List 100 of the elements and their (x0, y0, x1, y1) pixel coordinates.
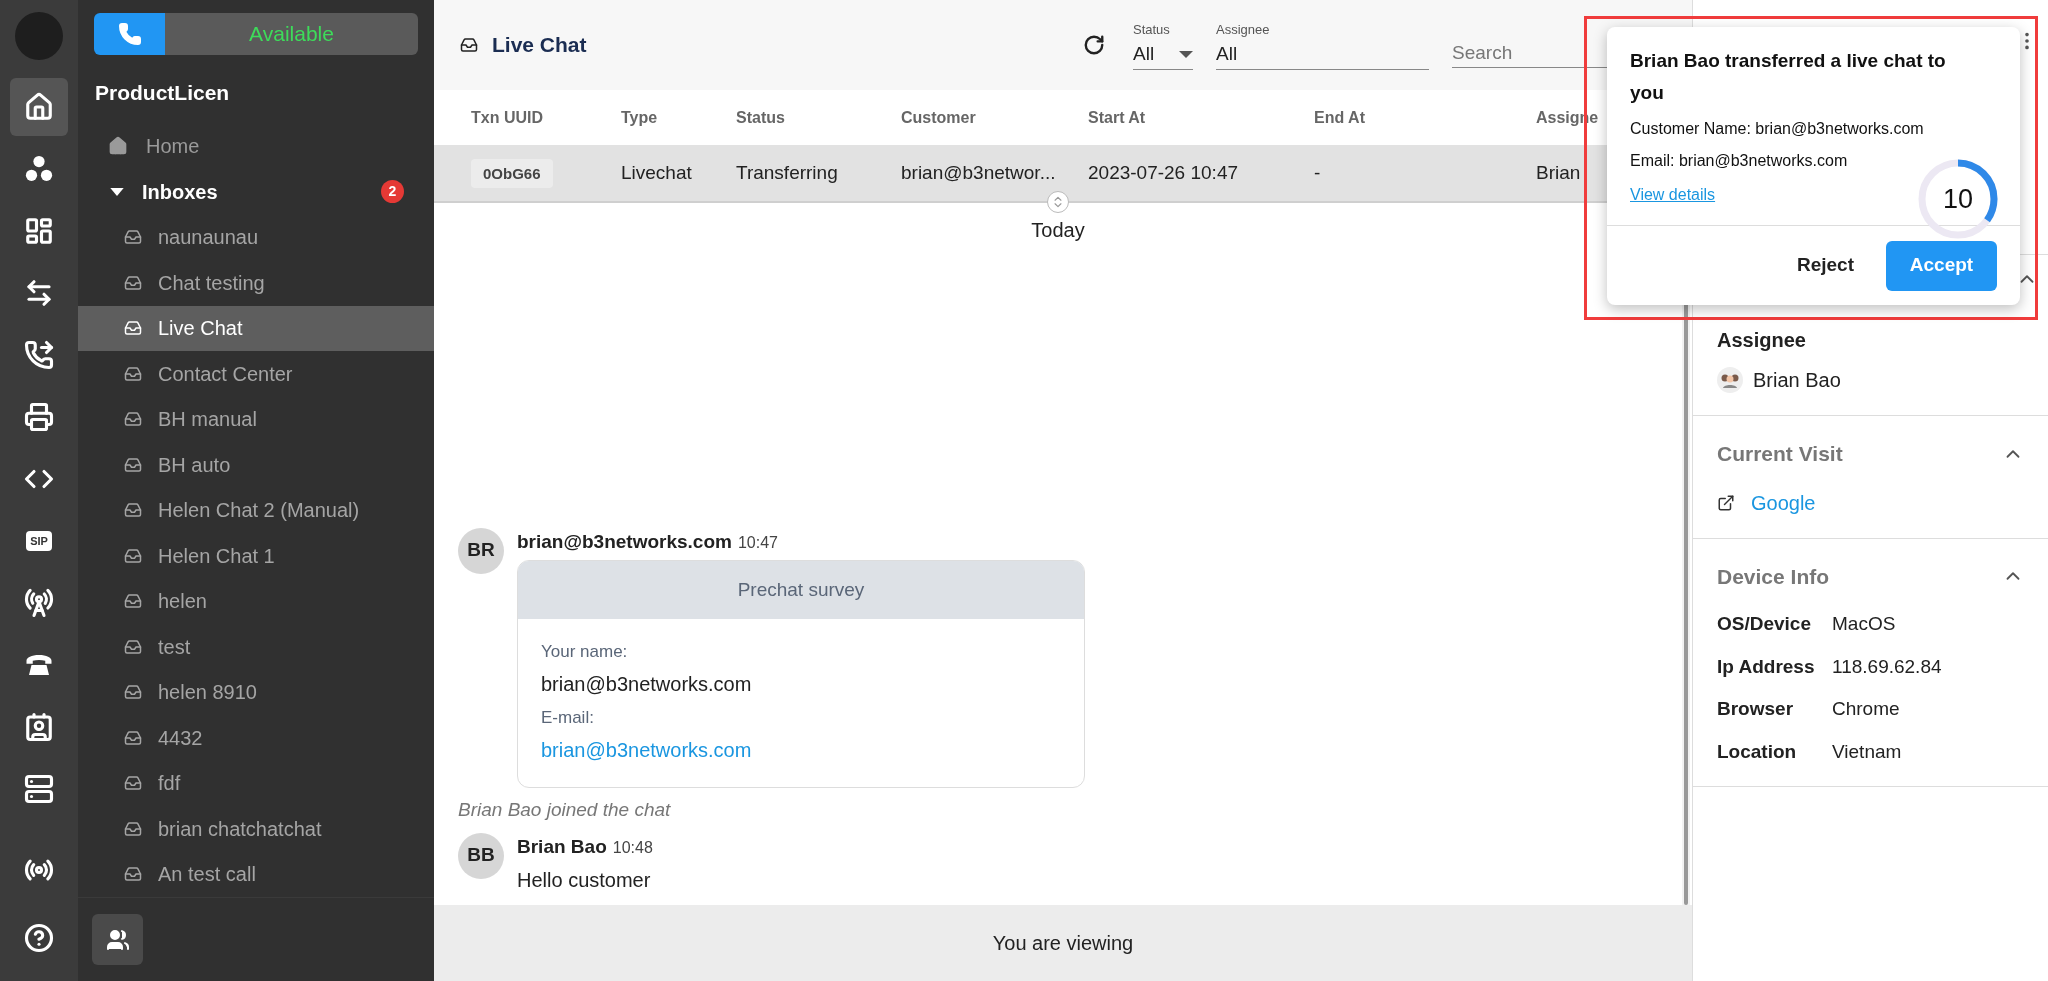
inbox-item[interactable]: helen 8910 (78, 669, 434, 715)
inbox-item[interactable]: Chat testing (78, 260, 434, 306)
phone-button[interactable] (94, 13, 165, 55)
inbox-item[interactable]: 4432 (78, 715, 434, 761)
sidebar-item-label: Home (146, 133, 200, 159)
column-header: Start At (1088, 107, 1147, 128)
inbox-item[interactable]: Helen Chat 1 (78, 533, 434, 579)
reject-button[interactable]: Reject (1792, 240, 1858, 291)
transaction-id-chip: 0ObG66 (471, 158, 553, 188)
inbox-label: Helen Chat 2 (Manual) (158, 498, 360, 524)
transfer-arrows-icon (24, 278, 54, 308)
message-time: 10:47 (737, 532, 778, 553)
survey-field-label: E-mail: (541, 707, 595, 729)
inbox-icon (124, 455, 142, 474)
caret-icon (110, 187, 124, 196)
home-icon (108, 135, 128, 156)
countdown-value: 10 (1942, 182, 1973, 216)
workspace-title: ProductLicen (95, 80, 231, 106)
dropdown-caret-icon (1179, 50, 1193, 58)
viewing-status-text: You are viewing (992, 931, 1134, 956)
contact-card-icon (24, 712, 54, 742)
inbox-icon (124, 319, 142, 338)
inbox-label: 4432 (158, 725, 203, 751)
inbox-icon (124, 683, 142, 702)
inbox-item[interactable]: test (78, 624, 434, 670)
inbox-icon (124, 728, 142, 747)
page-title: Live Chat (492, 32, 587, 59)
inbox-item[interactable]: BH manual (78, 396, 434, 442)
phone-icon (24, 340, 54, 370)
phone-icon (117, 22, 142, 46)
inbox-label: naunaunau (158, 225, 259, 251)
inbox-item[interactable]: helen (78, 578, 434, 624)
sender-name: Brian Bao (517, 834, 607, 859)
inbox-item[interactable]: An test call (78, 851, 434, 897)
inbox-item[interactable]: fdf (78, 760, 434, 806)
info-label: OS/Device (1717, 612, 1812, 636)
inbox-icon (124, 364, 142, 383)
view-details-link[interactable]: View details (1630, 183, 1716, 207)
inbox-label: Helen Chat 1 (158, 543, 275, 569)
team-button[interactable] (92, 914, 143, 965)
inbox-item[interactable]: Contact Center (78, 351, 434, 397)
table-row[interactable]: 0ObG66 Livechat Transferring brian@b3networ... 2023-07-26 10:47 - Brian (434, 145, 1607, 203)
column-header: End At (1314, 107, 1366, 128)
inbox-label: helen 8910 (158, 680, 257, 706)
rail-button[interactable]: SIP (10, 512, 68, 570)
survey-title: Prechat survey (518, 561, 1084, 619)
external-link-icon (1717, 493, 1735, 512)
inbox-icon (124, 273, 142, 292)
inbox-label: BH auto (158, 452, 231, 478)
inbox-icon (124, 774, 142, 793)
column-header: Type (621, 107, 659, 128)
home-icon (24, 92, 54, 122)
inbox-label: Contact Center (158, 361, 293, 387)
email-link[interactable]: brian@b3networks.com (541, 735, 1061, 771)
inbox-item[interactable]: naunaunau (78, 214, 434, 260)
inbox-icon (124, 228, 142, 247)
agent-status-button[interactable]: Available (165, 13, 418, 55)
inbox-icon (124, 592, 142, 611)
inbox-icon (460, 36, 478, 54)
inbox-item[interactable]: Helen Chat 2 (Manual) (78, 487, 434, 533)
info-value: Vietnam (1832, 739, 1902, 764)
sidebar-item[interactable]: Home (78, 122, 434, 169)
inbox-item[interactable]: brian chatchatchat (78, 806, 434, 852)
inboxes-label: Inboxes (142, 179, 219, 205)
info-label: Browser (1717, 697, 1795, 721)
inbox-icon (124, 819, 142, 838)
survey-field-label: Your name: (541, 641, 629, 663)
section-title: Device Info (1717, 563, 1830, 590)
date-divider-label: Today (1031, 218, 1085, 243)
team-icon (105, 927, 130, 952)
table-cell: Transferring (736, 161, 838, 183)
inbox-item[interactable]: Live Chat (78, 305, 434, 351)
resize-handle[interactable] (1047, 191, 1069, 213)
visit-link[interactable]: Google (1751, 487, 1816, 518)
notification-detail: Customer Name: brian@b3networks.com (1630, 119, 1925, 139)
survey-field-value: brian@b3networks.com (541, 672, 753, 697)
avatar-photo-placeholder (15, 12, 63, 60)
table-cell: Brian (1536, 161, 1581, 183)
info-value: Chrome (1832, 697, 1900, 721)
avatar-initials: BB (458, 832, 504, 879)
message-time: 10:48 (612, 837, 653, 858)
inbox-label: BH manual (158, 407, 257, 433)
accept-button[interactable]: Accept (1886, 240, 1997, 291)
dashboard-icon (24, 216, 54, 246)
rail-button[interactable] (10, 78, 68, 136)
sender-name: brian@b3networks.com (517, 529, 732, 554)
unread-count-badge: 2 (381, 180, 404, 203)
inbox-icon (124, 865, 142, 884)
status-select[interactable]: Status All (1133, 19, 1193, 71)
assignee-field[interactable]: Assignee All (1216, 19, 1429, 71)
table-cell: - (1314, 161, 1321, 183)
inbox-label: fdf (158, 771, 181, 797)
refresh-icon[interactable] (1083, 34, 1105, 56)
inbox-label: An test call (158, 862, 256, 888)
inboxes-group[interactable]: Inboxes 2 (78, 168, 434, 215)
inbox-icon (124, 546, 142, 565)
group-avatar-icon (1717, 367, 1743, 393)
printer-icon (24, 402, 54, 432)
assignee-label: Assignee (1717, 328, 1807, 353)
inbox-item[interactable]: BH auto (78, 442, 434, 488)
